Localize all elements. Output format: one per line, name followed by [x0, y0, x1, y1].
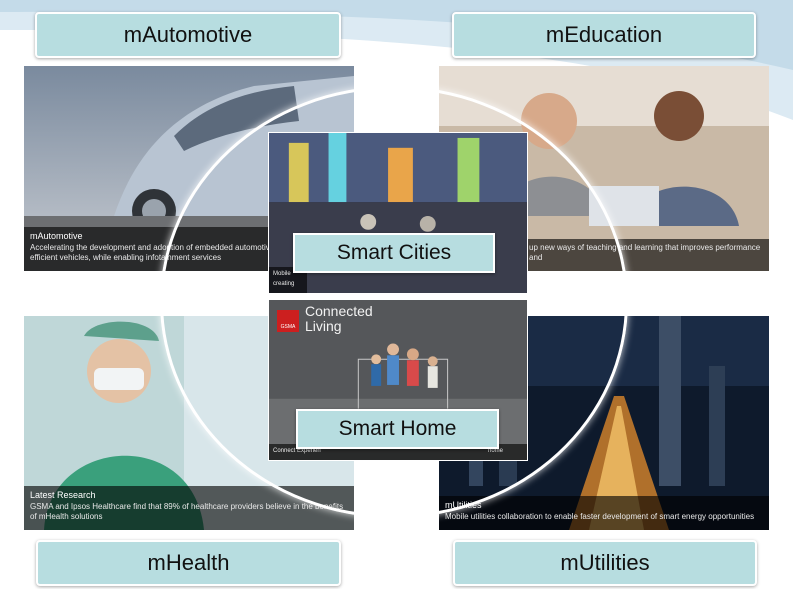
label-mautomotive[interactable]: mAutomotive: [35, 12, 341, 58]
utilities-caption-title: mUtilities: [445, 500, 482, 510]
utilities-caption-text: Mobile utilities collaboration to enable…: [445, 512, 755, 521]
label-smart-cities[interactable]: Smart Cities: [293, 233, 495, 273]
connected-living-line2: Living: [305, 318, 342, 334]
health-caption-text: GSMA and Ipsos Healthcare find that 89% …: [30, 502, 344, 521]
connected-living-line1: Connected: [305, 303, 373, 319]
cities-caption-text: Mobile creating: [273, 271, 295, 287]
label-meducation[interactable]: mEducation: [452, 12, 756, 58]
label-smart-home[interactable]: Smart Home: [296, 409, 499, 449]
connected-living-title: Connected Living: [305, 304, 373, 334]
label-mutilities[interactable]: mUtilities: [453, 540, 757, 586]
label-mhealth[interactable]: mHealth: [36, 540, 341, 586]
utilities-caption: mUtilities Mobile utilities collaboratio…: [439, 496, 769, 530]
gsma-logo: GSMA: [277, 310, 299, 332]
